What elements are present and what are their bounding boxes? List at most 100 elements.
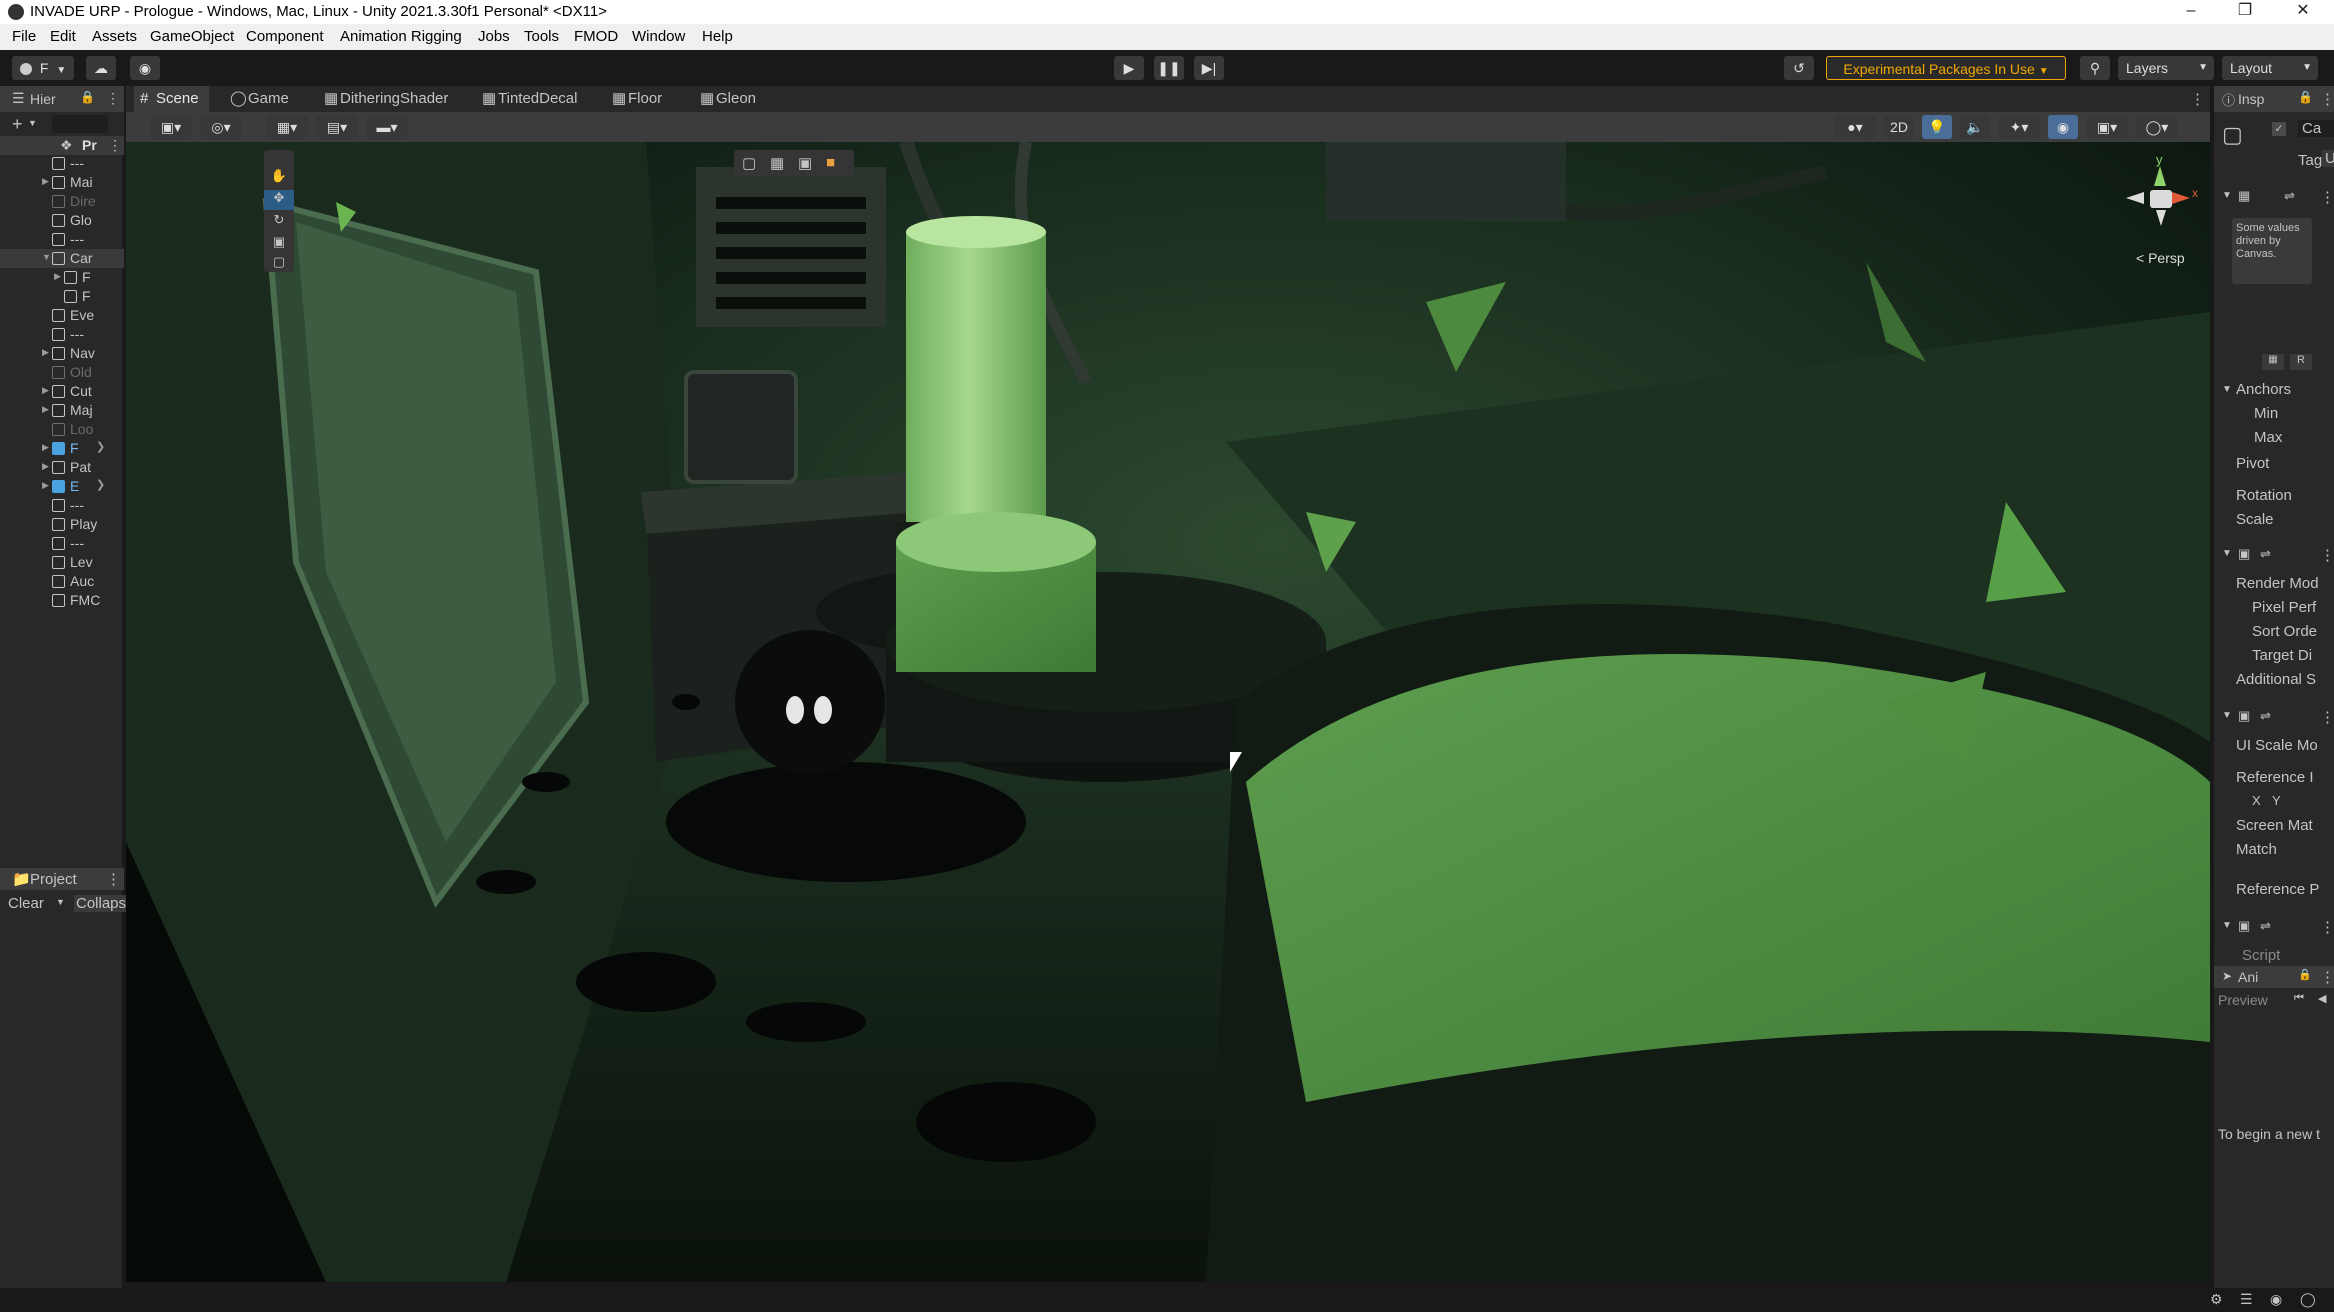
hierarchy-item[interactable]: Eve xyxy=(0,306,124,325)
draw-mode-button[interactable]: ▣▾ xyxy=(150,115,192,139)
first-key-icon[interactable]: ⏮ xyxy=(2294,992,2304,1005)
lock-icon[interactable]: 🔒 xyxy=(2298,90,2313,104)
collapse-button[interactable]: Collaps xyxy=(74,895,129,912)
settings-icon[interactable]: ⇌ xyxy=(2260,546,2271,562)
project-tab[interactable]: 📁 Project ⋮ xyxy=(0,868,124,890)
tab-dithering-shader[interactable]: ▦ DitheringShader xyxy=(318,86,458,112)
hand-tool-icon[interactable]: ✋ xyxy=(264,168,294,188)
hierarchy-item[interactable]: --- xyxy=(0,534,124,553)
frame-icon[interactable]: ▦ xyxy=(770,154,784,172)
hierarchy-item[interactable]: FMC xyxy=(0,591,124,610)
step-button[interactable]: ▶| xyxy=(1194,56,1224,80)
foldout-arrow-icon[interactable]: ▶ xyxy=(54,271,61,282)
menu-fmod[interactable]: FMOD xyxy=(574,28,618,45)
clear-button[interactable]: Clear xyxy=(8,895,44,912)
animation-tab[interactable]: ➤ Ani 🔒 ⋮ xyxy=(2214,966,2334,988)
shading-mode-button[interactable]: ●▾ xyxy=(1834,115,1876,139)
orange-cube-icon[interactable]: ■ xyxy=(826,154,835,171)
hierarchy-item[interactable]: ▶ Cut xyxy=(0,382,124,401)
lighting-toggle-button[interactable]: 💡 xyxy=(1922,115,1952,139)
foldout-arrow-icon[interactable]: ▶ xyxy=(42,347,49,358)
experimental-packages-button[interactable]: Experimental Packages In Use ▼ xyxy=(1826,56,2066,80)
move-tool-icon[interactable]: ✥ xyxy=(264,190,294,210)
orientation-gizmo[interactable]: y x < Persp xyxy=(2106,152,2198,272)
menu-window[interactable]: Window xyxy=(632,28,685,45)
object-name-field[interactable]: Ca xyxy=(2298,120,2334,137)
close-button[interactable]: ✕ xyxy=(2278,0,2328,24)
menu-jobs[interactable]: Jobs xyxy=(478,28,510,45)
hierarchy-item[interactable]: ▶ F ❯ xyxy=(0,439,124,458)
collab-button[interactable]: ◉ xyxy=(130,56,160,80)
hierarchy-item[interactable]: Auc xyxy=(0,572,124,591)
raw-edit-button[interactable]: R xyxy=(2290,354,2312,370)
hierarchy-item[interactable]: Dire xyxy=(0,192,124,211)
inspector-tab[interactable]: ⓘ Insp 🔒 ⋮ xyxy=(2214,86,2334,112)
hierarchy-item[interactable]: Loo xyxy=(0,420,124,439)
kebab-menu-icon[interactable]: ⋮ xyxy=(2320,918,2334,936)
settings-icon[interactable]: ⇌ xyxy=(2260,918,2271,934)
hierarchy-item[interactable]: Lev xyxy=(0,553,124,572)
lock-icon[interactable]: 🔒 xyxy=(2298,968,2312,981)
hidden-objects-toggle-button[interactable]: ◉ xyxy=(2048,115,2078,139)
add-icon[interactable]: + xyxy=(12,114,23,135)
global-local-button[interactable]: ◎▾ xyxy=(200,115,242,139)
foldout-arrow-icon[interactable]: ▼ xyxy=(2222,920,2232,931)
prefab-arrow-icon[interactable]: ❯ xyxy=(96,478,105,491)
hierarchy-item[interactable]: --- xyxy=(0,154,124,173)
increment-snap-button[interactable]: ▤▾ xyxy=(316,115,358,139)
play-button[interactable]: ▶ xyxy=(1114,56,1144,80)
tab-gleon[interactable]: ▦ Gleon xyxy=(694,86,766,112)
hierarchy-item[interactable]: ▶ E ❯ xyxy=(0,477,124,496)
scale-tool-icon[interactable]: ▣ xyxy=(264,234,294,254)
hierarchy-item[interactable]: ▶ Mai xyxy=(0,173,124,192)
hierarchy-item[interactable]: ▶ F xyxy=(0,268,124,287)
foldout-arrow-icon[interactable]: ▼ xyxy=(2222,710,2232,721)
grid-snap-button[interactable]: ▦▾ xyxy=(266,115,308,139)
effects-toggle-button[interactable]: ✦▾ xyxy=(1998,115,2040,139)
camera-settings-button[interactable]: ▣▾ xyxy=(2086,115,2128,139)
hierarchy-item[interactable]: --- xyxy=(0,496,124,515)
tag-dropdown[interactable]: Ur xyxy=(2322,150,2334,167)
cloud-button[interactable]: ☁ xyxy=(86,56,116,80)
active-checkbox[interactable]: ✓ xyxy=(2272,122,2286,136)
layers-dropdown[interactable]: Layers ▼ xyxy=(2118,56,2214,80)
prefab-arrow-icon[interactable]: ❯ xyxy=(96,440,105,453)
scene-viewport[interactable]: ✋ ✥ ↻ ▣ ▢ ▢ ▦ ▣ ■ y x < Persp xyxy=(126,142,2210,1282)
progress-icon[interactable]: ◯ xyxy=(2300,1291,2316,1308)
menu-component[interactable]: Component xyxy=(246,28,324,45)
kebab-menu-icon[interactable]: ⋮ xyxy=(2320,546,2334,564)
hierarchy-item[interactable]: Old xyxy=(0,363,124,382)
kebab-menu-icon[interactable]: ⋮ xyxy=(2320,90,2334,108)
kebab-menu-icon[interactable]: ⋮ xyxy=(2320,188,2334,206)
menu-animation-rigging[interactable]: Animation Rigging xyxy=(340,28,462,45)
foldout-arrow-icon[interactable]: ▶ xyxy=(42,461,49,472)
gizmos-button[interactable]: ◯▾ xyxy=(2136,115,2178,139)
preview-button[interactable]: Preview xyxy=(2218,992,2268,1008)
foldout-arrow-icon[interactable]: ▶ xyxy=(42,480,49,491)
menu-assets[interactable]: Assets xyxy=(92,28,137,45)
settings-icon[interactable]: ⇌ xyxy=(2260,708,2271,724)
rotate-tool-icon[interactable]: ↻ xyxy=(264,212,294,232)
maximize-button[interactable]: ❐ xyxy=(2220,0,2270,24)
foldout-arrow-icon[interactable]: ▼ xyxy=(2222,384,2232,395)
tab-floor[interactable]: ▦ Floor xyxy=(606,86,672,112)
tab-tinted-decal[interactable]: ▦ TintedDecal xyxy=(476,86,587,112)
kebab-menu-icon[interactable]: ⋮ xyxy=(106,870,121,888)
prev-key-icon[interactable]: ◀ xyxy=(2318,992,2326,1005)
hierarchy-search-input[interactable] xyxy=(52,115,108,133)
menu-file[interactable]: File xyxy=(12,28,36,45)
menu-edit[interactable]: Edit xyxy=(50,28,76,45)
rect-tool-icon[interactable]: ▢ xyxy=(264,254,294,272)
blueprint-button[interactable]: ▦ xyxy=(2262,354,2284,370)
menu-gameobject[interactable]: GameObject xyxy=(150,28,234,45)
hierarchy-tab[interactable]: ☰ Hier 🔒 ⋮ xyxy=(0,86,124,112)
foldout-arrow-icon[interactable]: ▶ xyxy=(42,404,49,415)
debug-icon[interactable]: ◉ xyxy=(2270,1291,2282,1308)
scene-root-row[interactable]: ❖ Pr ⋮ xyxy=(0,136,124,155)
menu-help[interactable]: Help xyxy=(702,28,733,45)
bug-icon[interactable]: ⚙ xyxy=(2210,1291,2223,1308)
kebab-menu-icon[interactable]: ⋮ xyxy=(2320,708,2334,726)
kebab-menu-icon[interactable]: ⋮ xyxy=(108,137,122,154)
foldout-arrow-icon[interactable]: ▼ xyxy=(2222,190,2232,201)
hierarchy-item[interactable]: --- xyxy=(0,230,124,249)
